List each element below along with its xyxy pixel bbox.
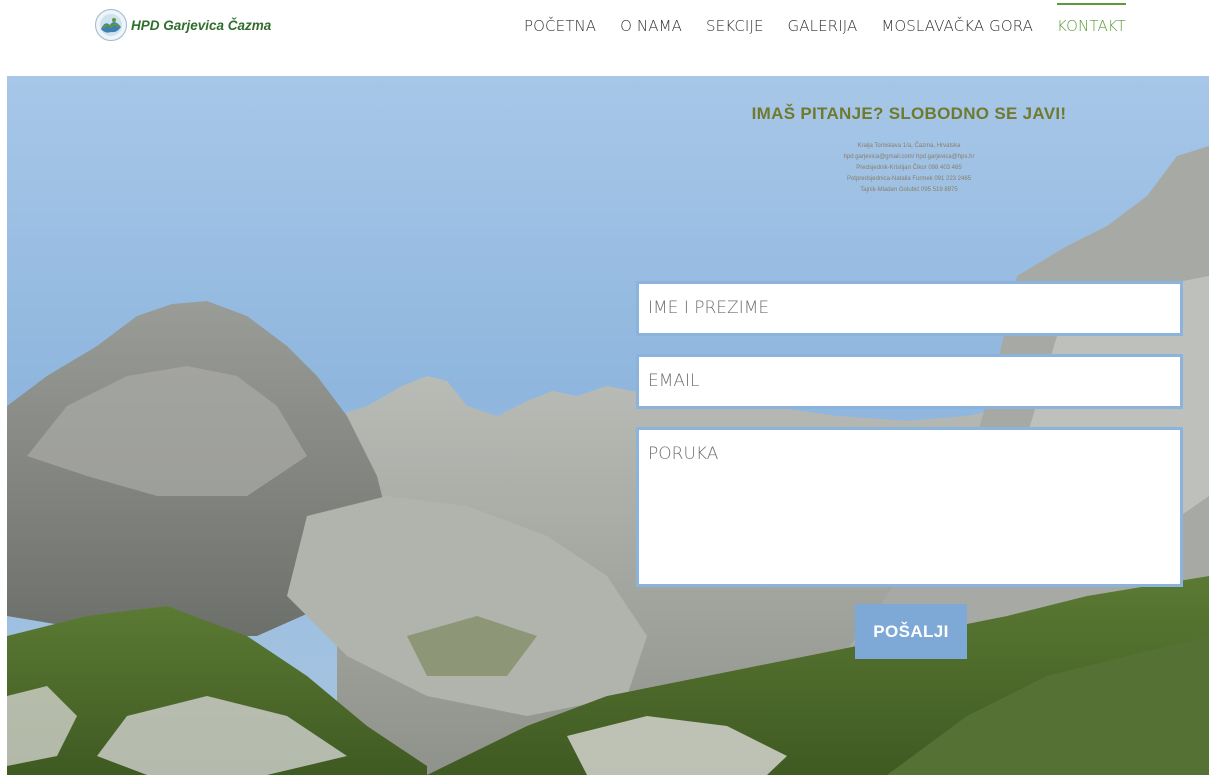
contact-vice-president: Potpredsjednica-Natalia Furmek 091 223 2… xyxy=(846,176,972,182)
contact-info-block: Kralja Tomislava 1/a, Čazma, Hrvatska hp… xyxy=(780,141,1038,196)
site-logo[interactable]: HPD Garjevica Čazma xyxy=(94,7,284,43)
email-input[interactable]: EMAIL xyxy=(636,354,1183,409)
logo-text: HPD Garjevica Čazma xyxy=(131,17,272,33)
nav-item-moslavacka-gora[interactable]: MOSLAVAČKA GORA xyxy=(869,17,1045,35)
contact-emails: hpd.garjevica@gmail.com/ hpd.garjevica@h… xyxy=(843,154,975,160)
logo-emblem-icon xyxy=(95,9,127,41)
nav-item-pocetna[interactable]: POČETNA xyxy=(512,17,608,35)
main-navigation: POČETNA O NAMA SEKCIJE GALERIJA MOSLAVAČ… xyxy=(512,0,1138,52)
name-input[interactable]: IME I PREZIME xyxy=(636,281,1183,336)
message-textarea[interactable]: PORUKA xyxy=(636,427,1183,587)
contact-president: Predsjednik-Kristijan Čikor 098 403 465 xyxy=(856,165,962,171)
site-header: HPD Garjevica Čazma POČETNA O NAMA SEKCI… xyxy=(0,0,1209,76)
nav-item-galerija[interactable]: GALERIJA xyxy=(776,17,870,35)
contact-heading: IMAŠ PITANJE? SLOBODNO SE JAVI! xyxy=(751,104,1067,123)
contact-secretary: Tajnik-Mladen Golubić 095 519 8975 xyxy=(860,187,958,193)
contact-address: Kralja Tomislava 1/a, Čazma, Hrvatska xyxy=(857,143,961,149)
nav-item-sekcije[interactable]: SEKCIJE xyxy=(694,17,776,35)
nav-item-o-nama[interactable]: O NAMA xyxy=(608,17,694,35)
send-button[interactable]: POŠALJI xyxy=(855,604,967,659)
nav-item-kontakt[interactable]: KONTAKT xyxy=(1045,3,1138,35)
